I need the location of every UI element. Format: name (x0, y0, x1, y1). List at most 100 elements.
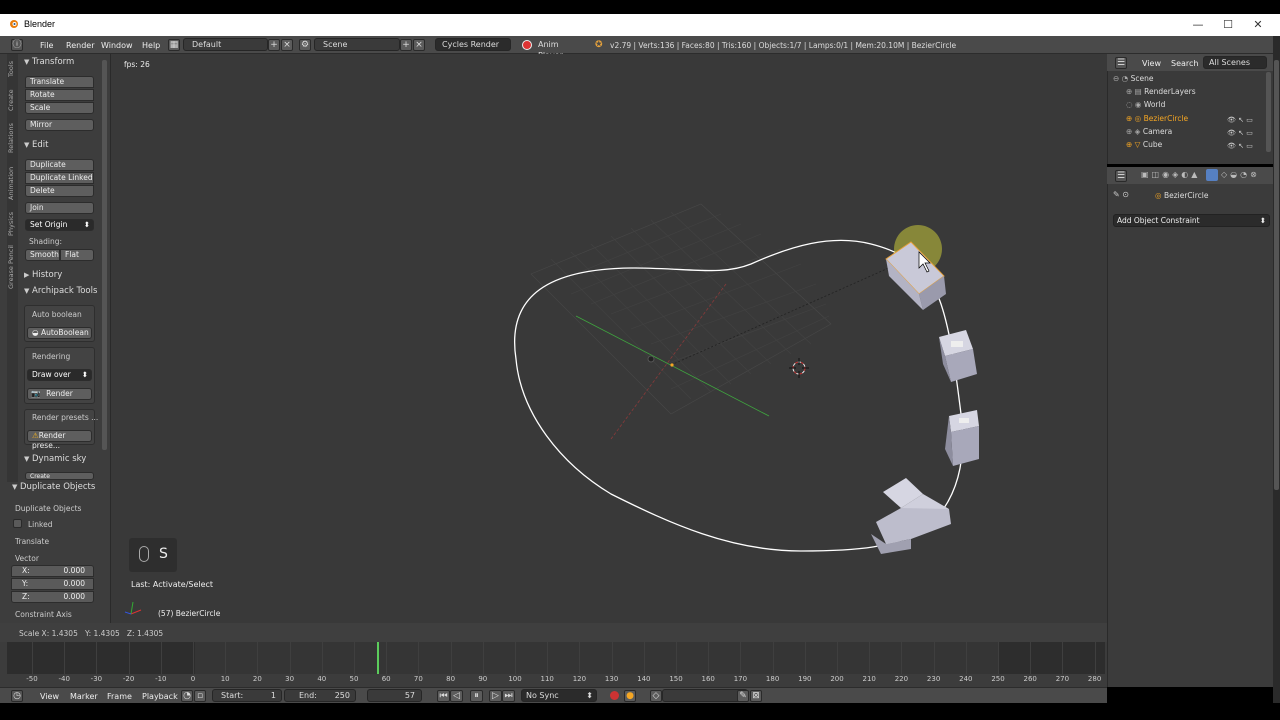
duplicate-linked-button[interactable]: Duplicate Linked (25, 172, 94, 184)
outliner-item-camera[interactable]: ⊕ ◈ Camera (1126, 127, 1172, 136)
linked-checkbox[interactable] (13, 519, 22, 528)
vector-y-field[interactable]: Y: 0.000 (11, 578, 94, 590)
properties-editor-type-icon[interactable]: ☰ (1115, 170, 1127, 182)
scale-button[interactable]: Scale (25, 102, 94, 114)
delete-button[interactable]: Delete (25, 185, 94, 197)
outliner-item-beziercircle[interactable]: ⊕ ◎ BezierCircle (1126, 114, 1188, 123)
lock-range-icon[interactable]: ▫ (194, 690, 206, 702)
menu-file[interactable]: File (40, 41, 53, 50)
panel-edit-header[interactable]: ▼ Edit (24, 140, 48, 150)
screen-layout-field[interactable]: Default (183, 38, 268, 51)
maximize-button[interactable]: ☐ (1213, 17, 1243, 33)
outliner-item-cube[interactable]: ⊕ ▽ Cube (1126, 140, 1162, 149)
vector-x-field[interactable]: X: 0.000 (11, 565, 94, 577)
minimize-button[interactable]: — (1183, 17, 1213, 33)
timeline-tick-line (1030, 642, 1032, 674)
outliner-menu-view[interactable]: View (1142, 59, 1161, 68)
jump-start-icon[interactable]: ⏮ (437, 690, 450, 702)
record-icon[interactable] (610, 691, 619, 700)
prev-keyframe-icon[interactable]: ◁ (450, 690, 463, 702)
stop-anim-icon[interactable] (522, 40, 532, 50)
rotate-button[interactable]: Rotate (25, 89, 94, 101)
pin-icon[interactable]: ✎ ⊙ (1113, 190, 1129, 199)
outliner-editor-type-icon[interactable]: ☰ (1115, 57, 1127, 69)
panel-transform-header[interactable]: ▼ Transform (24, 57, 74, 67)
jump-end-icon[interactable]: ⏭ (502, 690, 515, 702)
keying-set-field[interactable] (662, 689, 748, 702)
menu-render[interactable]: Render (66, 41, 94, 50)
add-object-constraint-select[interactable]: Add Object Constraint ⬍ (1113, 214, 1270, 227)
tab-grease-pencil[interactable]: Grease Pencil (7, 244, 18, 290)
3d-viewport[interactable]: fps: 26 S Last: Activate/Select (57) Bez… (111, 54, 1107, 623)
scene-field[interactable]: Scene (314, 38, 400, 51)
outliner-display-select[interactable]: All Scenes (1203, 56, 1267, 69)
play-icon[interactable]: ⏸ (470, 690, 483, 702)
scene-icon[interactable]: ⚙ (299, 39, 311, 51)
sync-select[interactable]: No Sync ⬍ (521, 689, 597, 702)
start-frame-field[interactable]: Start: 1 (212, 689, 282, 702)
tool-shelf-scrollbar[interactable] (102, 60, 107, 450)
add-scene-button[interactable]: + (400, 39, 412, 51)
add-layout-button[interactable]: + (268, 39, 280, 51)
render-presets-button[interactable]: ⚠Render prese... (27, 430, 92, 450)
render-engine-select[interactable]: Cycles Render (435, 38, 511, 51)
panel-history-header[interactable]: ▶ History (24, 270, 62, 280)
timeline-menu-playback[interactable]: Playback (142, 692, 178, 701)
insert-keyframe-icon[interactable]: ✎ (737, 690, 749, 702)
mirror-button[interactable]: Mirror (25, 119, 94, 131)
tab-tools[interactable]: Tools (7, 58, 18, 80)
panel-archipack-header[interactable]: ▼ Archipack Tools (24, 286, 97, 296)
join-button[interactable]: Join (25, 202, 94, 214)
anim-player-button[interactable]: Anim Player (533, 38, 585, 60)
timeline-tick-line (804, 642, 806, 674)
outliner-visibility-icons[interactable]: 👁 ↖ ▭ 👁 ↖ ▭ 👁 ↖ ▭ (1227, 114, 1253, 153)
outliner-item-scene[interactable]: ⊖ ◔ Scene (1113, 74, 1153, 83)
linked-label: Linked (28, 520, 53, 529)
set-origin-select[interactable]: Set Origin ⬍ (25, 219, 94, 231)
properties-scrollbar[interactable] (1274, 60, 1279, 490)
outliner-item-world[interactable]: ◌ ◉ World (1126, 100, 1165, 109)
outliner-menu-search[interactable]: Search (1171, 59, 1198, 68)
preview-range-icon[interactable]: ◔ (181, 690, 193, 702)
panel-dynamic-sky-header[interactable]: ▼ Dynamic sky (24, 454, 86, 464)
properties-more-tabs[interactable]: ◇◒◔⊗ (1221, 170, 1260, 179)
screen-layout-icon[interactable]: ▦ (168, 39, 180, 51)
delete-keyframe-icon[interactable]: ⊠ (750, 690, 762, 702)
flat-button[interactable]: Flat (60, 249, 94, 261)
properties-context-tabs[interactable]: ▣◫◉◈◐▲ (1141, 170, 1200, 179)
draw-over-select[interactable]: Draw over ⬍ (27, 369, 92, 381)
timeline-menu-frame[interactable]: Frame (107, 692, 132, 701)
menu-help[interactable]: Help (142, 41, 160, 50)
camera-icon: ⊕ ◈ (1126, 127, 1143, 136)
operator-panel-header[interactable]: ▼ Duplicate Objects (12, 482, 95, 492)
next-keyframe-icon[interactable]: ▷ (489, 690, 502, 702)
timeline-playhead[interactable] (376, 642, 379, 674)
render-button[interactable]: 📷 Render (27, 388, 92, 400)
keyframe-type-icon[interactable]: ◇ (650, 690, 662, 702)
editor-type-icon[interactable]: ⓘ (11, 39, 23, 51)
timeline-menu-marker[interactable]: Marker (70, 692, 98, 701)
current-frame-field[interactable]: 57 (367, 689, 422, 702)
tab-create[interactable]: Create (7, 86, 18, 114)
remove-scene-button[interactable]: × (413, 39, 425, 51)
close-window-button[interactable]: ✕ (1243, 17, 1273, 33)
create-sky-button[interactable]: Create (25, 472, 94, 480)
smooth-button[interactable]: Smooth (25, 249, 60, 261)
vector-z-field[interactable]: Z: 0.000 (11, 591, 94, 603)
translate-button[interactable]: Translate (25, 76, 94, 88)
keying-set-icon[interactable]: ● (624, 690, 636, 702)
tab-relations[interactable]: Relations (7, 120, 18, 156)
duplicate-button[interactable]: Duplicate (25, 159, 94, 171)
timeline-tick-line (1094, 642, 1096, 674)
menu-window[interactable]: Window (101, 41, 133, 50)
outliner-scrollbar[interactable] (1266, 72, 1271, 152)
tab-animation[interactable]: Animation (7, 162, 18, 204)
end-frame-field[interactable]: End: 250 (284, 689, 356, 702)
tab-physics[interactable]: Physics (7, 209, 18, 239)
outliner-item-renderlayers[interactable]: ⊕ ▤ RenderLayers (1126, 87, 1196, 96)
constraints-tab-icon[interactable] (1206, 169, 1218, 181)
remove-layout-button[interactable]: × (281, 39, 293, 51)
auto-boolean-button[interactable]: ◒ AutoBoolean (27, 327, 92, 339)
timeline-editor-type-icon[interactable]: ◷ (11, 690, 23, 702)
timeline-menu-view[interactable]: View (40, 692, 59, 701)
